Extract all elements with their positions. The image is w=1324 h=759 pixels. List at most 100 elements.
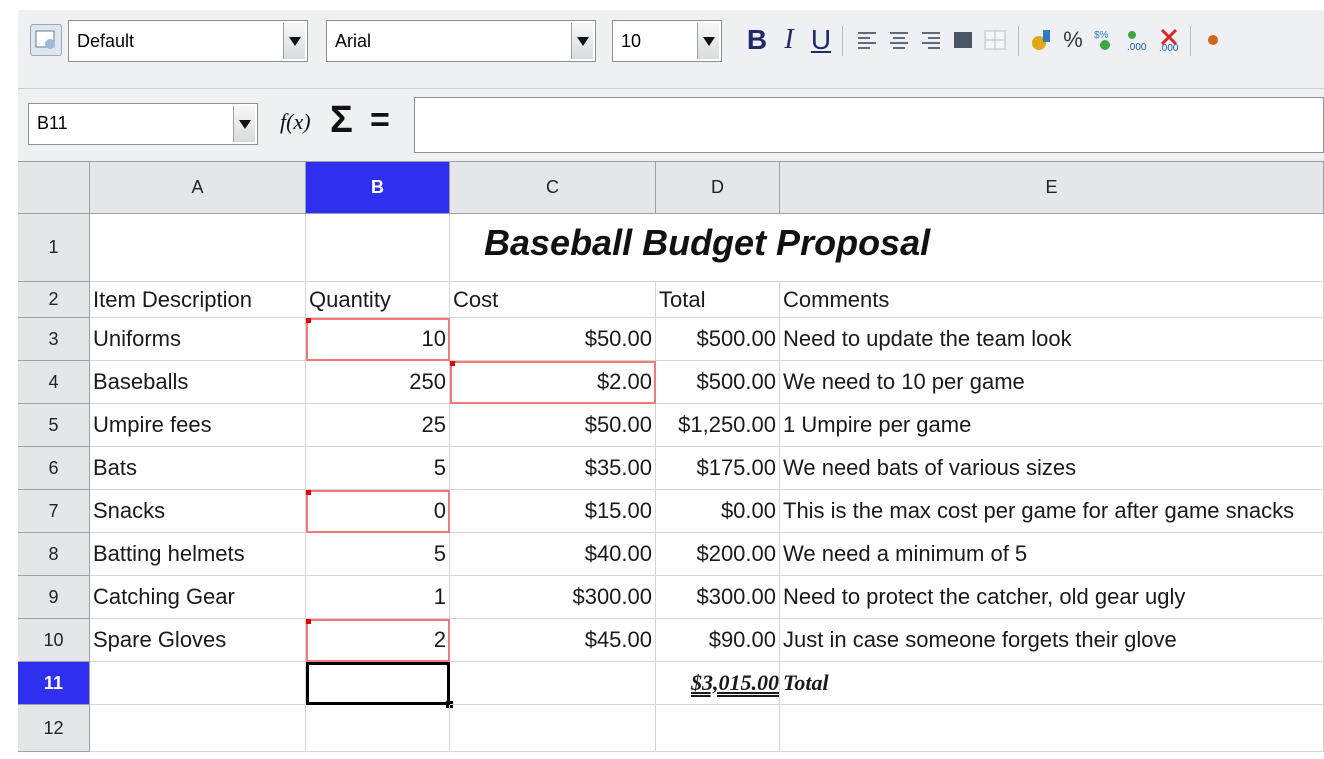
item-quantity[interactable]: 250 <box>306 361 450 404</box>
cell-d12[interactable] <box>656 705 780 752</box>
cell-c11[interactable] <box>450 662 656 705</box>
item-total[interactable]: $0.00 <box>656 490 780 533</box>
item-cost[interactable]: $300.00 <box>450 576 656 619</box>
item-description[interactable]: Umpire fees <box>90 404 306 447</box>
item-total[interactable]: $500.00 <box>656 318 780 361</box>
header-comments[interactable]: Comments <box>780 282 1324 318</box>
percent-button[interactable]: % <box>1058 20 1088 60</box>
item-cost[interactable]: $50.00 <box>450 404 656 447</box>
sum-icon[interactable]: Σ <box>330 99 353 142</box>
cell-a12[interactable] <box>90 705 306 752</box>
font-name-select[interactable]: Arial <box>326 20 596 62</box>
row-header-2[interactable]: 2 <box>18 282 90 318</box>
underline-button[interactable]: U <box>806 20 836 60</box>
item-comment[interactable]: We need to 10 per game <box>780 361 1324 404</box>
delete-decimal-icon[interactable]: .000 <box>1154 20 1184 60</box>
row-header-10[interactable]: 10 <box>18 619 90 662</box>
item-total[interactable]: $200.00 <box>656 533 780 576</box>
cell-c12[interactable] <box>450 705 656 752</box>
item-comment[interactable]: Just in case someone forgets their glove <box>780 619 1324 662</box>
indent-icon[interactable] <box>1198 20 1228 60</box>
align-right-icon[interactable] <box>916 20 946 60</box>
item-comment[interactable]: Need to update the team look <box>780 318 1324 361</box>
cell-a1[interactable] <box>90 214 306 282</box>
item-description[interactable]: Bats <box>90 447 306 490</box>
row-header-1[interactable]: 1 <box>18 214 90 282</box>
header-total[interactable]: Total <box>656 282 780 318</box>
row-header-7[interactable]: 7 <box>18 490 90 533</box>
function-wizard-icon[interactable]: f(x) <box>280 109 311 135</box>
equals-icon[interactable]: = <box>370 101 390 140</box>
item-description[interactable]: Batting helmets <box>90 533 306 576</box>
paragraph-style-select[interactable]: Default <box>68 20 308 62</box>
item-total[interactable]: $90.00 <box>656 619 780 662</box>
item-description[interactable]: Snacks <box>90 490 306 533</box>
chevron-down-icon[interactable] <box>283 23 305 59</box>
justify-icon[interactable] <box>948 20 978 60</box>
bold-button[interactable]: B <box>742 20 772 60</box>
chevron-down-icon[interactable] <box>697 23 719 59</box>
row-header-12[interactable]: 12 <box>18 705 90 752</box>
formula-input[interactable] <box>414 97 1324 153</box>
row-header-3[interactable]: 3 <box>18 318 90 361</box>
item-cost[interactable]: $35.00 <box>450 447 656 490</box>
add-decimal-icon[interactable]: .000 <box>1122 20 1152 60</box>
item-description[interactable]: Baseballs <box>90 361 306 404</box>
item-comment[interactable]: Need to protect the catcher, old gear ug… <box>780 576 1324 619</box>
cell-b12[interactable] <box>306 705 450 752</box>
item-total[interactable]: $300.00 <box>656 576 780 619</box>
item-total[interactable]: $500.00 <box>656 361 780 404</box>
cell-e12[interactable] <box>780 705 1324 752</box>
item-cost[interactable]: $2.00 <box>450 361 656 404</box>
grand-total-cell[interactable]: $3,015.00 <box>656 662 780 705</box>
row-header-5[interactable]: 5 <box>18 404 90 447</box>
item-quantity[interactable]: 2 <box>306 619 450 662</box>
styles-window-icon[interactable] <box>30 24 62 56</box>
item-quantity[interactable]: 5 <box>306 533 450 576</box>
item-description[interactable]: Uniforms <box>90 318 306 361</box>
row-header-11[interactable]: 11 <box>18 662 90 705</box>
select-all-corner[interactable] <box>18 162 90 214</box>
item-quantity[interactable]: 5 <box>306 447 450 490</box>
merge-cells-icon[interactable] <box>980 20 1010 60</box>
item-comment[interactable]: We need bats of various sizes <box>780 447 1324 490</box>
currency-format-icon[interactable] <box>1026 20 1056 60</box>
item-cost[interactable]: $50.00 <box>450 318 656 361</box>
chevron-down-icon[interactable] <box>233 106 255 142</box>
cell-b1[interactable] <box>306 214 450 282</box>
column-header-a[interactable]: A <box>90 162 306 214</box>
item-cost[interactable]: $45.00 <box>450 619 656 662</box>
row-header-9[interactable]: 9 <box>18 576 90 619</box>
column-header-e[interactable]: E <box>780 162 1324 214</box>
item-comment[interactable]: 1 Umpire per game <box>780 404 1324 447</box>
item-cost[interactable]: $40.00 <box>450 533 656 576</box>
item-quantity[interactable]: 25 <box>306 404 450 447</box>
align-center-icon[interactable] <box>884 20 914 60</box>
item-cost[interactable]: $15.00 <box>450 490 656 533</box>
item-total[interactable]: $175.00 <box>656 447 780 490</box>
chevron-down-icon[interactable] <box>571 23 593 59</box>
active-cell-b11[interactable] <box>306 662 453 708</box>
row-header-4[interactable]: 4 <box>18 361 90 404</box>
item-quantity[interactable]: 0 <box>306 490 450 533</box>
row-header-6[interactable]: 6 <box>18 447 90 490</box>
cell-a11[interactable] <box>90 662 306 705</box>
font-size-select[interactable]: 10 <box>612 20 722 62</box>
column-header-b[interactable]: B <box>306 162 450 214</box>
header-quantity[interactable]: Quantity <box>306 282 450 318</box>
row-header-8[interactable]: 8 <box>18 533 90 576</box>
name-box[interactable]: B11 <box>28 103 258 145</box>
header-item-description[interactable]: Item Description <box>90 282 306 318</box>
item-comment[interactable]: We need a minimum of 5 <box>780 533 1324 576</box>
item-description[interactable]: Catching Gear <box>90 576 306 619</box>
column-header-d[interactable]: D <box>656 162 780 214</box>
header-cost[interactable]: Cost <box>450 282 656 318</box>
item-comment[interactable]: This is the max cost per game for after … <box>780 490 1324 533</box>
standard-number-icon[interactable]: $% <box>1090 20 1120 60</box>
align-left-icon[interactable] <box>852 20 882 60</box>
grand-total-label-cell[interactable]: Total <box>780 662 1324 705</box>
column-header-c[interactable]: C <box>450 162 656 214</box>
item-description[interactable]: Spare Gloves <box>90 619 306 662</box>
item-total[interactable]: $1,250.00 <box>656 404 780 447</box>
item-quantity[interactable]: 1 <box>306 576 450 619</box>
